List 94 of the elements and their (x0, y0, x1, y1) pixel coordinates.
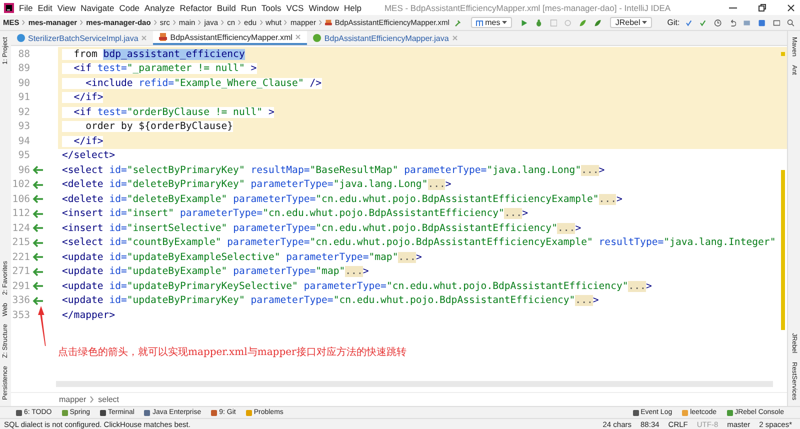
git-label: Git: (667, 18, 680, 27)
chevron-icon (172, 19, 176, 26)
back-arrow-icon[interactable] (32, 252, 44, 262)
line-number: 336 (11, 295, 30, 306)
menu-item[interactable]: Build (216, 2, 236, 12)
code-line: <update id="updateByPrimaryKey" parameterType="cn.edu.whut.pojo.BdpAssistantEfficiency"...> (62, 295, 599, 306)
line-number: 93 (17, 121, 30, 132)
menu-item[interactable]: Analyze (144, 2, 175, 12)
back-arrow-icon[interactable] (32, 238, 44, 248)
hammer-icon[interactable] (454, 18, 462, 28)
breadcrumb-item[interactable]: mapper (59, 395, 86, 404)
run-icon[interactable] (521, 18, 528, 28)
back-arrow-icon[interactable] (32, 180, 44, 190)
line-number: 89 (17, 63, 30, 74)
line-number: 88 (17, 48, 30, 60)
chevron-icon (260, 19, 263, 26)
annotation-note: 点击绿色的箭头，就可以实现mapper.xml与mapper接口对应方法的快速跳转 (58, 346, 408, 358)
bug-icon[interactable] (535, 18, 543, 28)
line-number: 291 (11, 280, 30, 292)
menu-item[interactable]: Edit (38, 2, 52, 12)
class-icon (17, 34, 25, 42)
pointer-arrow (38, 306, 48, 346)
editor-tab[interactable]: BdpAssistantEfficiencyMapper.java (307, 31, 464, 45)
back-arrow-icon[interactable] (32, 223, 44, 234)
code-line: <insert id="insert" parameterType="cn.edu.whut.pojo.BdpAssistantEfficiency"...> (62, 208, 528, 220)
chevron-icon (238, 19, 242, 26)
chevron-icon (80, 19, 84, 26)
breadcrumb-item[interactable]: select (98, 395, 120, 404)
caret-icon (642, 20, 648, 24)
caret-icon (502, 20, 508, 24)
window-title: MES - BdpAssistantEfficiencyMapper.xml [mes-manager-dao] - IntelliJ IDEA (383, 2, 672, 12)
code-line: </select> (62, 150, 116, 162)
chevron-icon (90, 396, 94, 403)
line-number: 90 (17, 78, 30, 89)
checkmark-icon[interactable] (699, 18, 708, 28)
back-arrow-icon[interactable] (32, 281, 44, 292)
menu-item[interactable]: Run (240, 2, 256, 12)
line-number: 91 (17, 92, 30, 104)
line-number: 124 (11, 222, 30, 234)
line-number: 112 (11, 208, 30, 220)
jrebel-dropdown[interactable]: JRebel (610, 17, 652, 28)
menu-item[interactable]: File (19, 2, 33, 12)
chevron-icon (22, 19, 26, 26)
back-arrow-icon[interactable] (32, 296, 44, 306)
menu-item[interactable]: View (57, 2, 76, 12)
clock-icon[interactable] (714, 18, 722, 28)
chevron-icon (154, 19, 157, 26)
maven-icon (476, 20, 484, 26)
code-line: <delete id="deleteByPrimaryKey" parameterType="java.lang.Long"...> (62, 179, 452, 190)
xml-file-icon (325, 18, 332, 27)
chevron-icon (198, 19, 202, 26)
line-number: 221 (11, 252, 30, 263)
chevron-icon (221, 19, 224, 26)
close-icon[interactable] (786, 2, 796, 12)
code-line: <select id="selectByPrimaryKey" resultMap="BaseResultMap" parameterType="java.lang.Long"...> (62, 164, 605, 176)
code-line: </mapper> (62, 310, 116, 321)
chevron-icon (318, 19, 322, 26)
xml-file-icon (159, 33, 168, 41)
line-number: 92 (17, 106, 30, 118)
chevron-icon (284, 19, 288, 26)
menu-item[interactable]: Code (119, 2, 140, 12)
run-config-dropdown[interactable]: mes (471, 17, 512, 28)
line-number: 95 (17, 150, 30, 162)
code-line: <delete id="deleteByExample" parameterType="cn.edu.whut.pojo.BdpAssistantEfficiencyExample"...> (62, 194, 622, 205)
back-arrow-icon[interactable] (32, 194, 44, 204)
code-line: <select id="countByExample" parameterType="cn.edu.whut.pojo.BdpAssistantEfficiencyExample" resultType="java.lang.Integer" (62, 237, 776, 248)
menu-item[interactable]: Help (344, 2, 362, 12)
line-number: 215 (11, 237, 30, 248)
search-icon[interactable] (787, 18, 795, 28)
app-logo-icon (4, 2, 14, 12)
back-arrow-icon[interactable] (32, 266, 44, 277)
menu-item[interactable]: Tools (261, 2, 282, 12)
menu-item[interactable]: VCS (286, 2, 304, 12)
line-number: 353 (11, 310, 30, 321)
undo-icon[interactable] (728, 18, 736, 28)
editor-tab[interactable]: SterilizerBatchServiceImpl.java (11, 31, 154, 45)
line-number: 106 (11, 194, 30, 205)
window-icon[interactable] (772, 18, 780, 28)
back-arrow-icon[interactable] (32, 208, 44, 219)
line-number: 271 (11, 266, 30, 278)
line-number: 102 (11, 179, 30, 190)
menu-item[interactable]: Window (308, 2, 339, 12)
editor-tab[interactable]: BdpAssistantEfficiencyMapper.xml (153, 31, 308, 45)
menu-item[interactable]: Refactor (180, 2, 212, 12)
line-number: 96 (17, 164, 30, 176)
code-line: <update id="updateByExample" parameterType="map"...> (62, 266, 369, 278)
code-line: <update id="updateByPrimaryKeySelective" parameterType="cn.edu.whut.pojo.BdpAssistantEfficiency"...> (62, 280, 652, 292)
interface-icon (313, 34, 322, 42)
code-line: <update id="updateByExampleSelective" parameterType="map"...> (62, 252, 422, 263)
restore-icon[interactable] (757, 2, 767, 12)
code-line: <insert id="insertSelective" parameterType="cn.edu.whut.pojo.BdpAssistantEfficiency"...> (62, 222, 582, 234)
line-number: 94 (17, 136, 30, 147)
menu-item[interactable]: Navigate (80, 2, 114, 12)
back-arrow-icon[interactable] (32, 165, 44, 176)
